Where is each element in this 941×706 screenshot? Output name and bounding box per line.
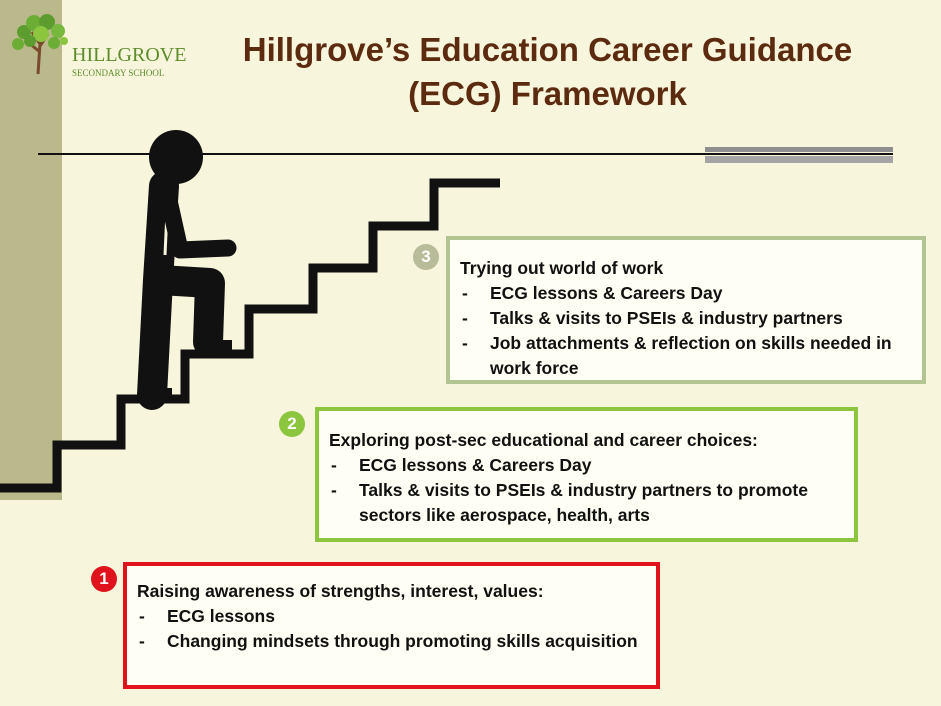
list-item: ECG lessons bbox=[137, 604, 644, 629]
stage-1-heading: Raising awareness of strengths, interest… bbox=[137, 581, 544, 601]
list-item: ECG lessons & Careers Day bbox=[460, 281, 910, 306]
list-item: Changing mindsets through promoting skil… bbox=[137, 629, 644, 654]
list-item: Talks & visits to PSEIs & industry partn… bbox=[460, 306, 910, 331]
stage-3-list: ECG lessons & Careers Day Talks & visits… bbox=[460, 281, 910, 381]
stage-3-heading: Trying out world of work bbox=[460, 258, 664, 278]
list-item: Job attachments & reflection on skills n… bbox=[460, 331, 910, 381]
stage-2-list: ECG lessons & Careers Day Talks & visits… bbox=[329, 453, 842, 528]
list-item: ECG lessons & Careers Day bbox=[329, 453, 842, 478]
stage-1-list: ECG lessons Changing mindsets through pr… bbox=[137, 604, 644, 654]
stage-3-box: Trying out world of work ECG lessons & C… bbox=[446, 236, 926, 384]
stage-2-box: Exploring post-sec educational and caree… bbox=[315, 407, 858, 542]
stage-3-badge: 3 bbox=[413, 244, 439, 270]
stage-2-heading: Exploring post-sec educational and caree… bbox=[329, 430, 758, 450]
list-item: Talks & visits to PSEIs & industry partn… bbox=[329, 478, 842, 528]
stage-2-badge: 2 bbox=[279, 411, 305, 437]
stage-1-box: Raising awareness of strengths, interest… bbox=[123, 562, 660, 689]
stage-1-badge: 1 bbox=[91, 566, 117, 592]
